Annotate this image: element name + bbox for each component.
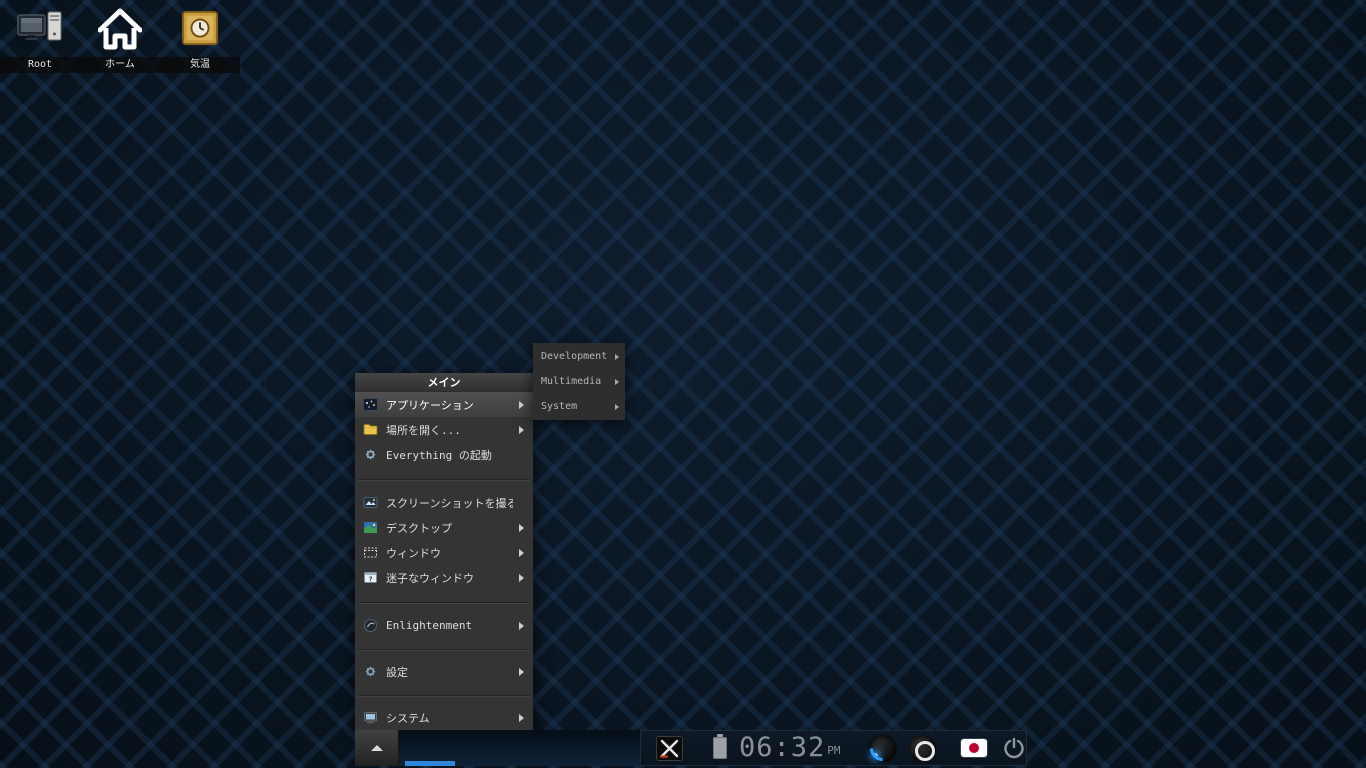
shelf-expand-button[interactable]: [355, 730, 399, 766]
main-menu: メイン アプリケーション 場所を開く... Everything の起動 スクリ…: [355, 373, 533, 730]
menu-item-run-everything[interactable]: Everything の起動: [355, 442, 533, 467]
clock-time: 06:32: [739, 733, 825, 763]
submenu-arrow-icon: [519, 714, 524, 722]
submenu-arrow-icon: [615, 354, 619, 360]
submenu-arrow-icon: [519, 622, 524, 630]
desktop-icon-area: Root ホーム 気温: [0, 5, 240, 73]
lost-window-icon: ?: [363, 570, 378, 585]
applications-icon: [363, 397, 378, 412]
temperature-clock-icon: [179, 5, 221, 53]
menu-item-label: 設定: [386, 664, 513, 680]
home-icon: [98, 5, 142, 53]
desktop-icon-label: Root: [0, 57, 80, 73]
power-button[interactable]: [1002, 736, 1026, 760]
menu-item-lost-windows[interactable]: ? 迷子なウィンドウ: [355, 565, 533, 590]
main-menu-title: メイン: [355, 373, 533, 392]
menu-item-label: Development: [541, 351, 611, 362]
desktop-icon: [363, 520, 378, 535]
clock-gadget[interactable]: 06:32 PM: [739, 733, 841, 763]
menu-item-label: デスクトップ: [386, 520, 513, 536]
folder-icon: [363, 422, 378, 437]
menu-separator: [355, 638, 533, 659]
desktop-icon-label: ホーム: [80, 57, 160, 73]
menu-item-system[interactable]: システム: [355, 705, 533, 730]
menu-item-applications[interactable]: アプリケーション: [355, 392, 533, 417]
menu-item-label: Multimedia: [541, 376, 611, 387]
pager[interactable]: [399, 730, 640, 766]
gear-icon: [363, 664, 378, 679]
submenu-item-development[interactable]: Development: [533, 344, 625, 369]
enlightenment-icon: [363, 618, 378, 633]
menu-item-label: 迷子なウィンドウ: [386, 570, 513, 586]
submenu-arrow-icon: [615, 404, 619, 410]
screenshot-icon: [363, 495, 378, 510]
submenu-item-system[interactable]: System: [533, 394, 625, 419]
desktop-icon-label: 気温: [160, 57, 240, 73]
desktop-icon-temperature[interactable]: 気温: [160, 5, 240, 73]
monitor-icon: [363, 710, 378, 725]
computer-icon: [17, 5, 63, 53]
mixer-gadget[interactable]: [909, 735, 936, 762]
menu-item-label: ウィンドウ: [386, 545, 513, 561]
submenu-arrow-icon: [519, 426, 524, 434]
menu-item-label: Enlightenment: [386, 619, 513, 632]
menu-item-label: アプリケーション: [386, 397, 513, 413]
clock-period: PM: [827, 744, 840, 757]
keyboard-layout-flag-jp[interactable]: [961, 739, 987, 757]
menu-item-open-places[interactable]: 場所を開く...: [355, 417, 533, 442]
menu-item-settings[interactable]: 設定: [355, 659, 533, 684]
submenu-arrow-icon: [519, 401, 524, 409]
shelf-gadget-area: 06:32 PM: [640, 730, 1027, 766]
desktop-icon-home[interactable]: ホーム: [80, 5, 160, 73]
submenu-arrow-icon: [519, 668, 524, 676]
submenu-arrow-icon: [519, 549, 524, 557]
submenu-arrow-icon: [519, 574, 524, 582]
menu-item-enlightenment[interactable]: Enlightenment: [355, 613, 533, 638]
pager-window[interactable]: [405, 761, 455, 766]
menu-item-label: スクリーンショットを撮る: [386, 495, 513, 511]
applications-submenu: Development Multimedia System: [533, 343, 625, 420]
menu-item-windows[interactable]: ウィンドウ: [355, 540, 533, 565]
dial-needle-glow: [873, 753, 878, 758]
menu-item-label: システム: [386, 710, 513, 726]
menu-item-take-screenshot[interactable]: スクリーンショットを撮る: [355, 490, 533, 515]
desktop-icon-root[interactable]: Root: [0, 5, 80, 73]
terminal-launcher[interactable]: [656, 736, 683, 761]
everything-gear-icon: [363, 447, 378, 462]
menu-item-label: 場所を開く...: [386, 422, 513, 438]
submenu-arrow-icon: [519, 524, 524, 532]
cpu-dial-gadget[interactable]: [869, 735, 896, 762]
battery-icon[interactable]: [713, 737, 727, 759]
menu-separator: [355, 590, 533, 613]
menu-separator: [355, 467, 533, 490]
menu-item-label: System: [541, 401, 611, 412]
menu-item-label: Everything の起動: [386, 447, 513, 463]
submenu-item-multimedia[interactable]: Multimedia: [533, 369, 625, 394]
chevron-up-icon: [371, 745, 383, 751]
menu-separator: [355, 684, 533, 705]
submenu-arrow-icon: [615, 379, 619, 385]
svg-text:?: ?: [368, 576, 372, 584]
window-icon: [363, 545, 378, 560]
bottom-shelf: 06:32 PM: [355, 730, 1015, 768]
menu-item-desktop[interactable]: デスクトップ: [355, 515, 533, 540]
